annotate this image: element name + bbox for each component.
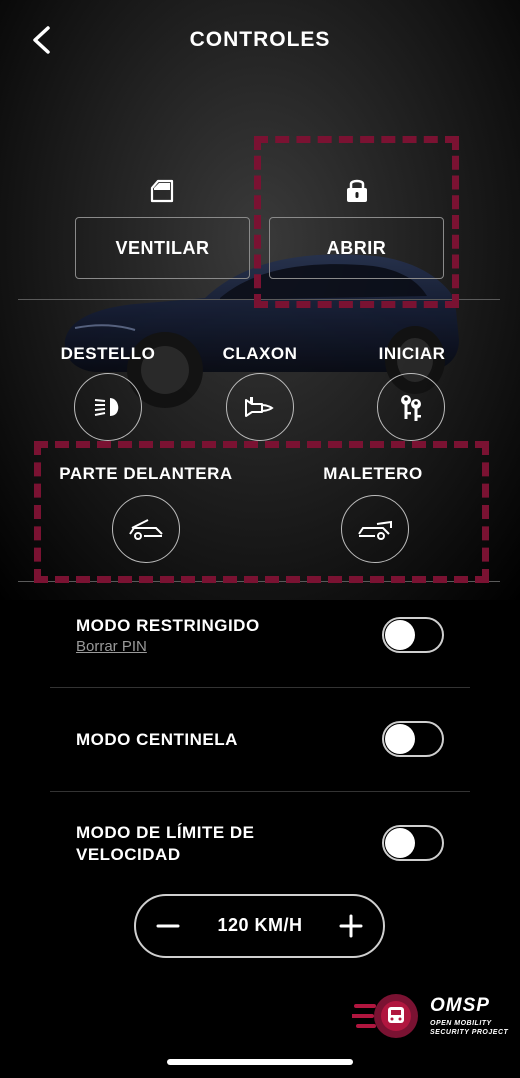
- header: CONTROLES: [0, 0, 520, 80]
- sentry-mode-label: MODO CENTINELA: [76, 730, 238, 749]
- speed-limit-mode-label-line1: MODO DE LÍMITE DE: [76, 823, 255, 842]
- page-title: CONTROLES: [189, 28, 331, 51]
- increase-speed-button[interactable]: [331, 906, 371, 946]
- toggle-knob: [385, 724, 415, 754]
- toggle-knob: [385, 828, 415, 858]
- home-indicator[interactable]: [167, 1059, 353, 1065]
- vent-button[interactable]: VENTILAR: [75, 217, 250, 279]
- watermark-title: OMSP: [430, 995, 490, 1016]
- restricted-mode-toggle[interactable]: [382, 617, 444, 653]
- start-label: INICIAR: [378, 344, 446, 363]
- highlight-box-trunks: [34, 441, 489, 583]
- speed-limit-mode-toggle[interactable]: [382, 825, 444, 861]
- horn-label: CLAXON: [222, 344, 298, 363]
- decrease-speed-button[interactable]: [148, 906, 188, 946]
- toggle-knob: [385, 620, 415, 650]
- speed-limit-stepper: 120 KM/H: [134, 894, 385, 958]
- highlight-box-unlock: [254, 136, 459, 308]
- horn-button[interactable]: [226, 373, 294, 441]
- clear-pin-link[interactable]: Borrar PIN: [76, 638, 147, 655]
- horn-icon: [245, 397, 274, 417]
- window-icon: [150, 179, 174, 203]
- minus-icon: [156, 924, 180, 928]
- speed-limit-mode-label-line2: VELOCIDAD: [76, 845, 181, 864]
- row-divider: [50, 791, 470, 792]
- start-button[interactable]: [377, 373, 445, 441]
- watermark-line2: SECURITY PROJECT: [430, 1029, 509, 1036]
- flash-label: DESTELLO: [60, 344, 156, 363]
- plus-icon: [339, 914, 363, 938]
- keys-icon: [401, 395, 421, 421]
- headlight-icon: [94, 398, 119, 416]
- restricted-mode-label: MODO RESTRINGIDO: [76, 616, 260, 635]
- watermark-line1: OPEN MOBILITY: [430, 1020, 492, 1027]
- speed-limit-value: 120 KM/H: [217, 915, 303, 935]
- sentry-mode-toggle[interactable]: [382, 721, 444, 757]
- vent-button-label: VENTILAR: [115, 237, 210, 258]
- row-divider: [50, 687, 470, 688]
- flash-button[interactable]: [74, 373, 142, 441]
